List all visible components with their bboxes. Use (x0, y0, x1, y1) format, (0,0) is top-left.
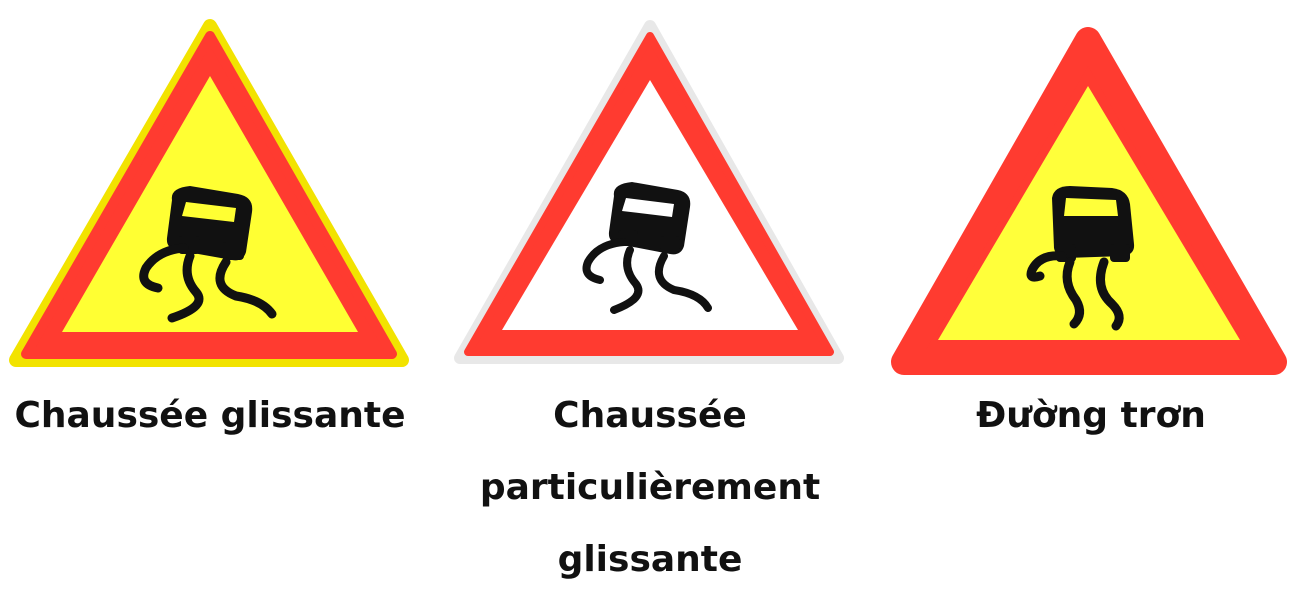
sign-panel-chaussee-particulierement-glissante: Chaussée particulièrement glissante (410, 0, 890, 580)
sign-caption-3: Đường trơn (976, 395, 1206, 436)
sign-panel-duong-tron: Đường trơn (890, 0, 1292, 534)
warning-triangle-sign-2 (454, 20, 844, 364)
sign-caption-2: Chaussée particulièrement glissante (479, 395, 821, 580)
sign-caption-1: Chaussée glissante (14, 395, 406, 436)
warning-triangle-sign-1 (9, 19, 409, 367)
sign-panel-chaussee-glissante: Chaussée glissante (0, 0, 420, 534)
warning-triangle-sign-3 (891, 27, 1287, 375)
